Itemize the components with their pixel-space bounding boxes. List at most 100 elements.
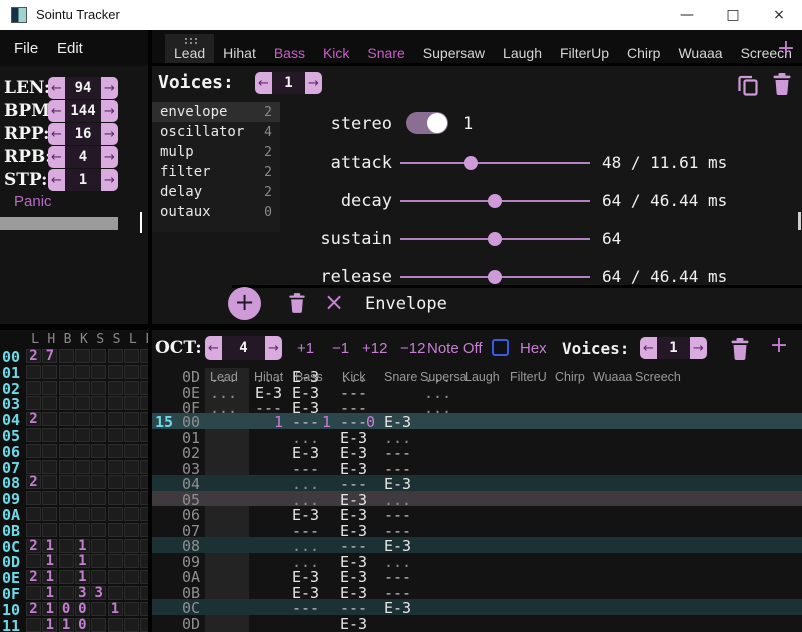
- order-cell[interactable]: [140, 460, 148, 474]
- menu-file[interactable]: File: [14, 40, 38, 57]
- order-cell[interactable]: [140, 570, 148, 584]
- order-cell[interactable]: 2: [26, 539, 41, 553]
- order-cell[interactable]: 2: [26, 602, 41, 616]
- order-cell[interactable]: 2: [26, 349, 41, 363]
- order-cell[interactable]: [75, 491, 90, 505]
- order-cell[interactable]: 2: [26, 412, 41, 426]
- add-unit-button[interactable]: +: [228, 287, 261, 320]
- song-progress-bar[interactable]: [0, 217, 118, 230]
- panic-button[interactable]: Panic: [14, 193, 52, 210]
- order-cell[interactable]: [140, 381, 148, 395]
- slider-knob[interactable]: [488, 270, 502, 284]
- order-cell[interactable]: [75, 507, 90, 521]
- order-cell[interactable]: [124, 602, 139, 616]
- transpose-button-+1[interactable]: +1: [297, 340, 314, 357]
- stepper-value[interactable]: 16: [65, 123, 101, 145]
- order-cell[interactable]: [59, 428, 74, 442]
- order-cell[interactable]: [26, 507, 41, 521]
- order-cell[interactable]: [108, 365, 123, 379]
- add-instrument-button[interactable]: +: [774, 36, 798, 62]
- order-cell[interactable]: [75, 475, 90, 489]
- order-cell[interactable]: [124, 523, 139, 537]
- order-cell[interactable]: [108, 507, 123, 521]
- order-cell[interactable]: [140, 428, 148, 442]
- order-cell[interactable]: [124, 349, 139, 363]
- stepper-increment-arrow[interactable]: →: [101, 104, 118, 119]
- order-cell[interactable]: [42, 444, 57, 458]
- order-cell[interactable]: 1: [42, 602, 57, 616]
- order-cell[interactable]: [59, 507, 74, 521]
- transpose-button-−1[interactable]: −1: [332, 340, 349, 357]
- unit-row-envelope[interactable]: envelope2: [152, 102, 280, 122]
- order-cell[interactable]: [124, 412, 139, 426]
- order-cell[interactable]: [108, 460, 123, 474]
- order-cell[interactable]: 1: [75, 539, 90, 553]
- tab-kick[interactable]: Kick: [314, 34, 358, 66]
- order-cell[interactable]: [26, 381, 41, 395]
- order-cell[interactable]: [91, 475, 106, 489]
- stepper-decrement-arrow[interactable]: ←: [640, 341, 657, 356]
- order-cell[interactable]: [59, 412, 74, 426]
- order-cell[interactable]: [108, 396, 123, 410]
- stepper-value[interactable]: 4: [65, 146, 101, 168]
- order-cell[interactable]: [59, 586, 74, 600]
- stepper-value[interactable]: 4: [222, 336, 265, 360]
- order-cell[interactable]: [124, 586, 139, 600]
- order-cell[interactable]: [140, 554, 148, 568]
- order-cell[interactable]: [42, 491, 57, 505]
- transpose-button-note-off[interactable]: Note Off: [427, 340, 483, 357]
- stepper-decrement-arrow[interactable]: ←: [48, 127, 65, 142]
- order-cell[interactable]: [91, 523, 106, 537]
- order-cell[interactable]: [75, 365, 90, 379]
- order-cell[interactable]: [59, 570, 74, 584]
- slider-knob[interactable]: [488, 194, 502, 208]
- order-cell[interactable]: [124, 396, 139, 410]
- param-slider[interactable]: [400, 276, 590, 278]
- order-cell[interactable]: [75, 428, 90, 442]
- order-cell[interactable]: 1: [42, 570, 57, 584]
- order-cell[interactable]: [124, 491, 139, 505]
- order-cell[interactable]: [42, 523, 57, 537]
- order-cell[interactable]: [75, 349, 90, 363]
- hex-checkbox[interactable]: [492, 339, 509, 356]
- order-cell[interactable]: [91, 349, 106, 363]
- order-cell[interactable]: [26, 586, 41, 600]
- order-cell[interactable]: [26, 365, 41, 379]
- order-cell[interactable]: [124, 460, 139, 474]
- delete-unit-icon[interactable]: [288, 292, 306, 314]
- order-cell[interactable]: [91, 396, 106, 410]
- order-cell[interactable]: 1: [42, 586, 57, 600]
- tab-snare[interactable]: Snare: [358, 34, 413, 66]
- order-cell[interactable]: [75, 412, 90, 426]
- stepper-increment-arrow[interactable]: →: [101, 150, 118, 165]
- order-cell[interactable]: [59, 475, 74, 489]
- order-cell[interactable]: [42, 460, 57, 474]
- order-cell[interactable]: [108, 444, 123, 458]
- order-cell[interactable]: [59, 523, 74, 537]
- order-cell[interactable]: [91, 444, 106, 458]
- order-cell[interactable]: [140, 586, 148, 600]
- param-slider[interactable]: [400, 200, 590, 202]
- stepper-decrement-arrow[interactable]: ←: [205, 341, 222, 356]
- stepper-decrement-arrow[interactable]: ←: [48, 104, 65, 119]
- stepper-value[interactable]: 1: [657, 337, 690, 359]
- stepper-value[interactable]: 1: [65, 169, 101, 191]
- order-cell[interactable]: [42, 412, 57, 426]
- transpose-button-−12[interactable]: −12: [400, 340, 425, 357]
- order-cell[interactable]: [124, 475, 139, 489]
- order-cell[interactable]: [91, 412, 106, 426]
- order-cell[interactable]: [26, 428, 41, 442]
- add-track-button[interactable]: +: [766, 333, 792, 359]
- order-cell[interactable]: [42, 507, 57, 521]
- note-cell[interactable]: E-3: [340, 615, 367, 632]
- order-cell[interactable]: 0: [59, 602, 74, 616]
- order-cell[interactable]: [42, 381, 57, 395]
- tab-hihat[interactable]: Hihat: [214, 34, 265, 66]
- order-cell[interactable]: [42, 475, 57, 489]
- order-cell[interactable]: [59, 460, 74, 474]
- order-cell[interactable]: [140, 444, 148, 458]
- order-cell[interactable]: 1: [75, 554, 90, 568]
- order-cell[interactable]: [140, 539, 148, 553]
- order-cell[interactable]: [75, 381, 90, 395]
- order-cell[interactable]: [108, 475, 123, 489]
